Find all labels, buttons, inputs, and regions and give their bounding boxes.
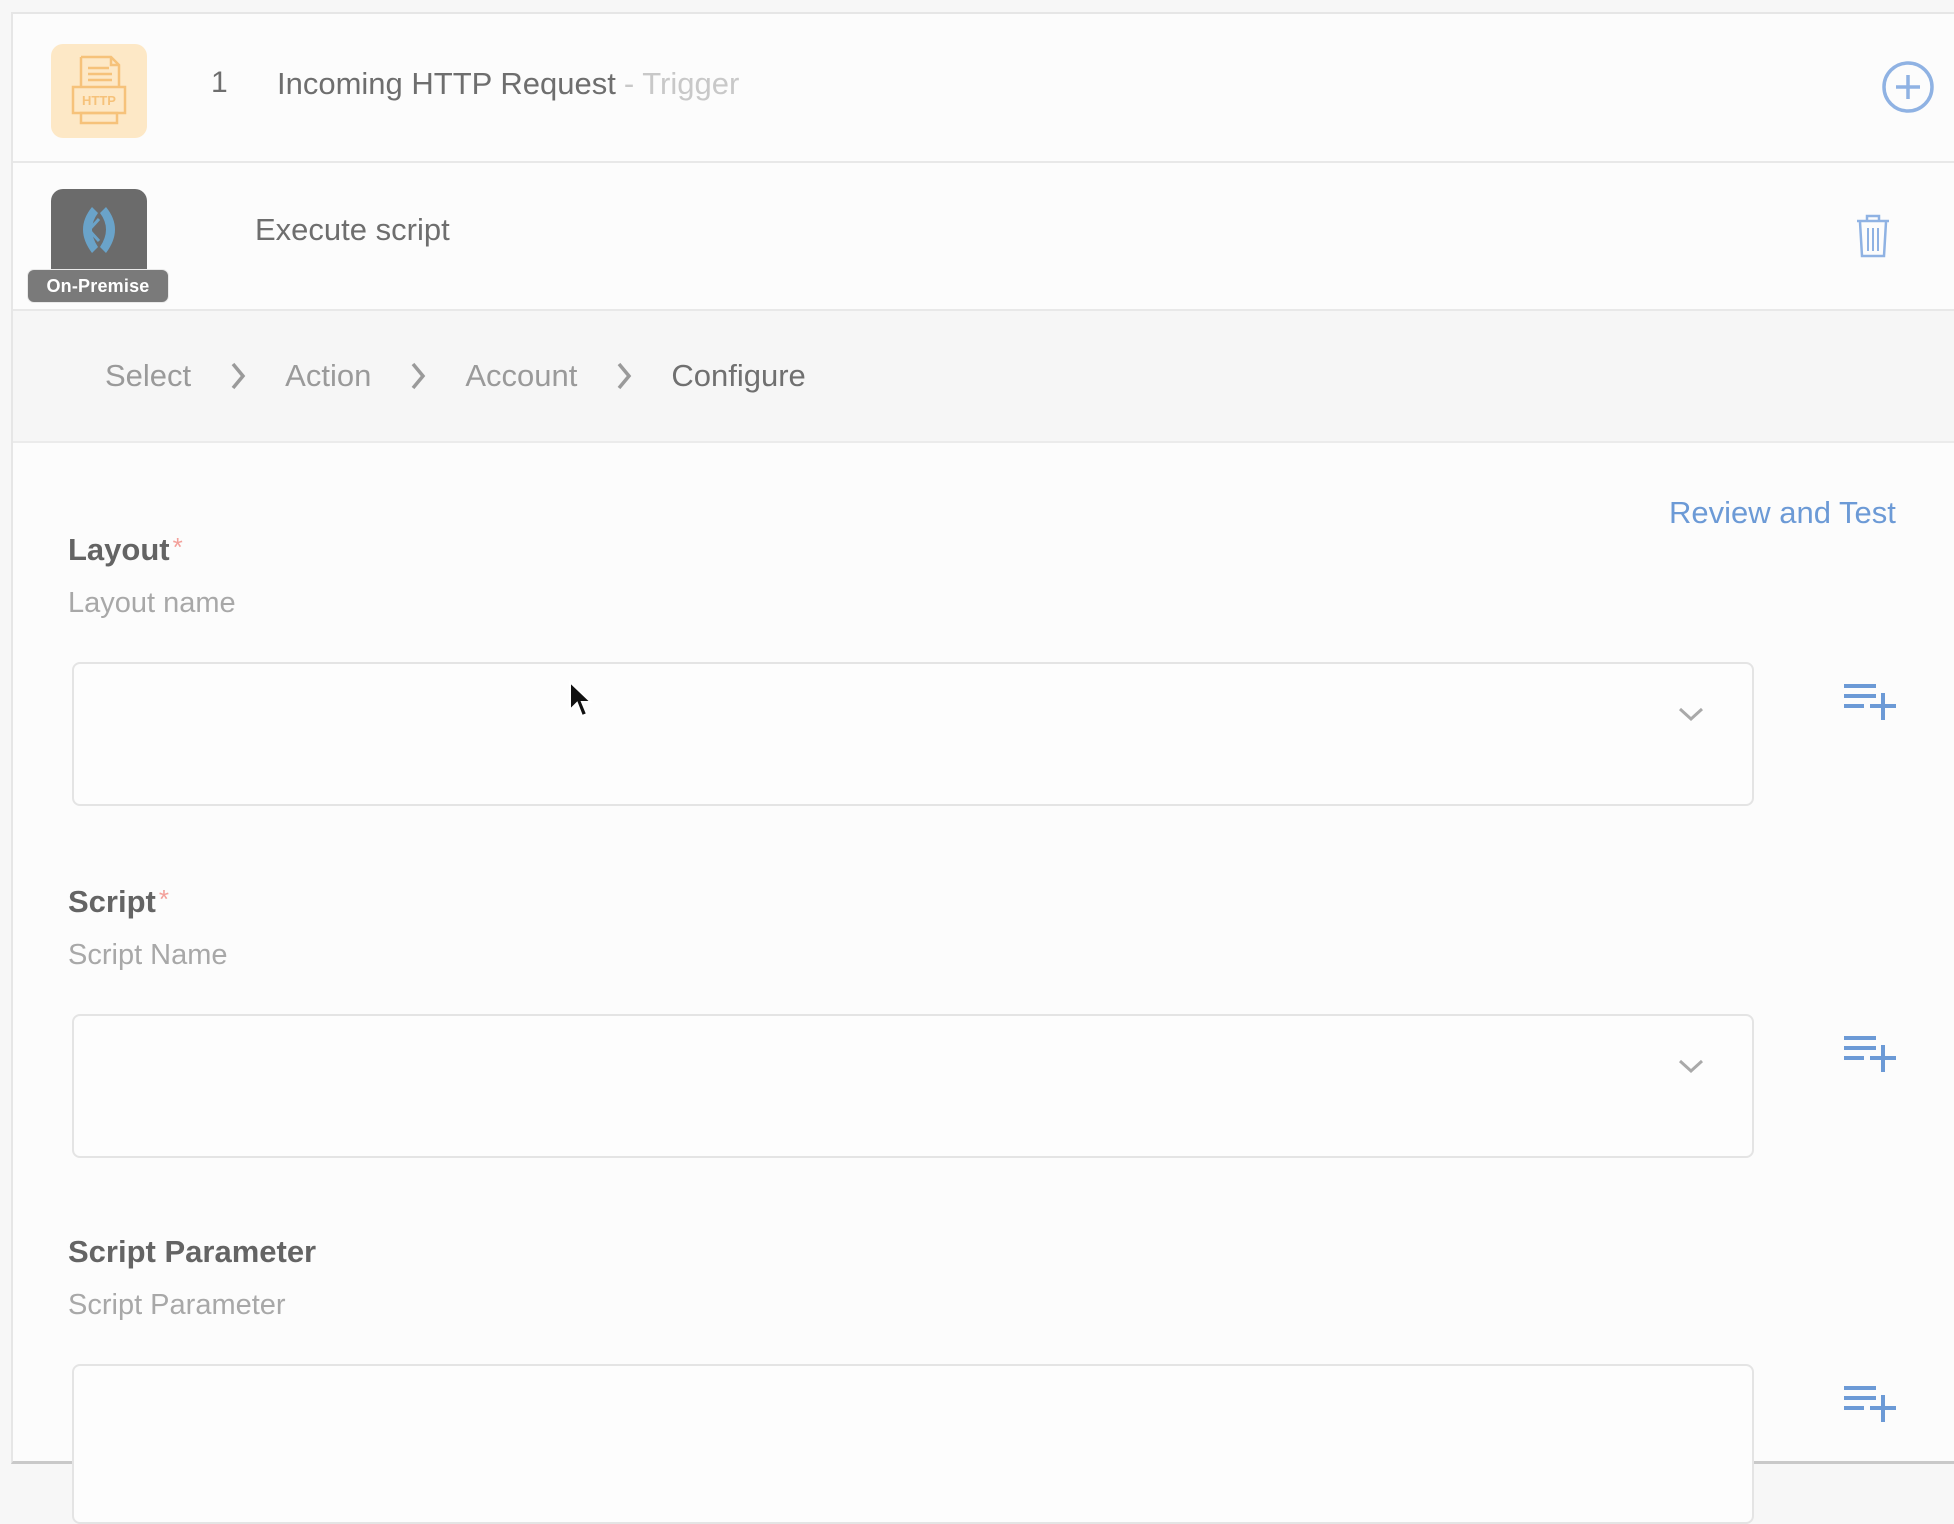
script-dropdown[interactable] bbox=[72, 1014, 1754, 1158]
chevron-down-icon bbox=[1678, 707, 1704, 722]
layout-label-text: Layout bbox=[68, 532, 170, 567]
layout-dropdown[interactable] bbox=[72, 662, 1754, 806]
trigger-step-row[interactable]: HTTP 1 Incoming HTTP Request - Trigger bbox=[13, 14, 1954, 163]
breadcrumb-account[interactable]: Account bbox=[465, 358, 577, 394]
script-parameter-insert-data-button[interactable] bbox=[1844, 1386, 1898, 1431]
add-circle-icon bbox=[1882, 61, 1934, 113]
layout-description: Layout name bbox=[68, 587, 236, 619]
trigger-subtitle: - Trigger bbox=[623, 66, 740, 101]
script-parameter-label: Script Parameter bbox=[68, 1234, 316, 1270]
layout-insert-data-button[interactable] bbox=[1844, 684, 1898, 729]
trash-icon bbox=[1857, 214, 1889, 258]
layout-label: Layout * bbox=[68, 532, 183, 568]
mouse-cursor-icon bbox=[569, 680, 594, 718]
script-parameter-label-text: Script Parameter bbox=[68, 1234, 317, 1269]
step-title[interactable]: Incoming HTTP Request - Trigger bbox=[277, 66, 739, 102]
script-description: Script Name bbox=[68, 939, 228, 971]
script-parameter-description: Script Parameter bbox=[68, 1289, 286, 1321]
chevron-right-icon bbox=[409, 361, 427, 391]
required-marker: * bbox=[172, 532, 183, 562]
script-label-text: Script bbox=[68, 884, 156, 919]
chevron-down-icon bbox=[1678, 1059, 1704, 1074]
on-premise-badge: On-Premise bbox=[27, 269, 169, 303]
required-marker: * bbox=[158, 884, 169, 914]
step-number: 1 bbox=[211, 66, 228, 99]
action-title[interactable]: Execute script bbox=[255, 212, 450, 248]
breadcrumb-select[interactable]: Select bbox=[105, 358, 191, 394]
action-step-row[interactable]: On-Premise Execute script bbox=[13, 163, 1954, 311]
review-and-test-link[interactable]: Review and Test bbox=[1669, 495, 1896, 531]
script-label: Script * bbox=[68, 884, 169, 920]
breadcrumb: Select Action Account Configure bbox=[13, 311, 1954, 443]
script-parameter-input[interactable] bbox=[72, 1364, 1754, 1524]
breadcrumb-action[interactable]: Action bbox=[285, 358, 371, 394]
delete-step-button[interactable] bbox=[1855, 214, 1891, 263]
chevron-right-icon bbox=[229, 361, 247, 391]
workflow-panel: HTTP 1 Incoming HTTP Request - Trigger On… bbox=[11, 12, 1954, 1524]
chevron-right-icon bbox=[615, 361, 633, 391]
trigger-title: Incoming HTTP Request bbox=[277, 66, 616, 101]
add-step-button[interactable] bbox=[1881, 60, 1935, 119]
svg-text:HTTP: HTTP bbox=[82, 93, 116, 108]
http-document-icon: HTTP bbox=[51, 44, 147, 138]
list-add-icon bbox=[1844, 1036, 1896, 1072]
list-add-icon bbox=[1844, 1386, 1896, 1422]
list-add-icon bbox=[1844, 684, 1896, 720]
breadcrumb-configure[interactable]: Configure bbox=[671, 358, 805, 394]
script-insert-data-button[interactable] bbox=[1844, 1036, 1898, 1081]
